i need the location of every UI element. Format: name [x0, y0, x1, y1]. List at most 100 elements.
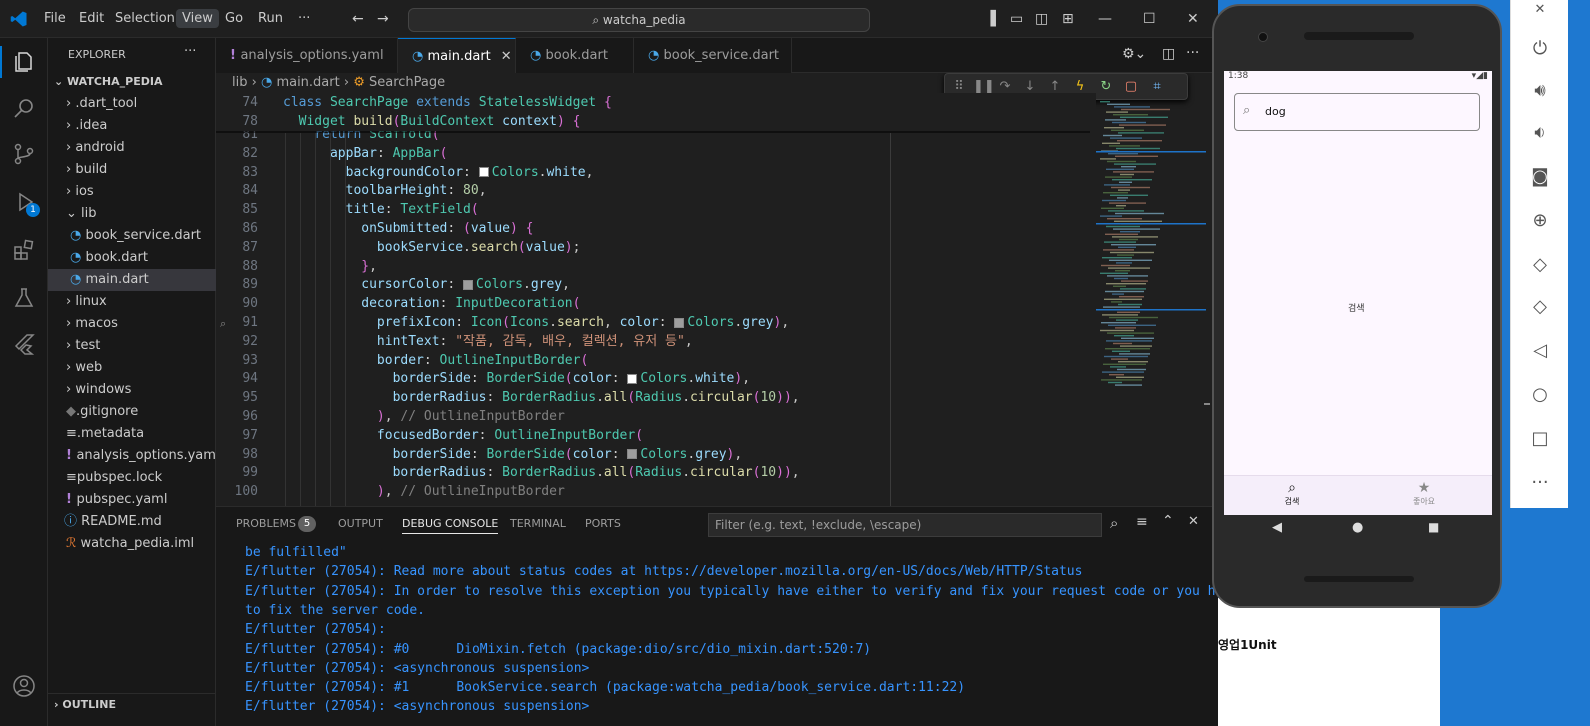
rotate-left-icon[interactable]: ◇	[1528, 254, 1552, 278]
tree-item[interactable]: ℛ watcha_pedia.iml	[48, 533, 216, 555]
run-debug-dropdown-icon[interactable]: ⚙⌄	[1122, 46, 1146, 62]
tree-item[interactable]: › build	[48, 159, 216, 181]
stop-icon[interactable]: ▢	[1123, 79, 1139, 95]
code-line[interactable]: 86 onSubmitted: (value) {	[216, 219, 1096, 238]
tree-item-selected[interactable]: ◔ main.dart	[48, 269, 216, 291]
search-icon[interactable]: ⌕	[1110, 514, 1118, 532]
code-line[interactable]: 84 toolbarHeight: 80,	[216, 181, 1096, 200]
tab-book-dart[interactable]: ◔ book.dart	[516, 38, 634, 73]
tab-book-service[interactable]: ◔ book_service.dart	[634, 38, 792, 73]
toggle-sidebar-icon[interactable]: ▐	[985, 11, 996, 27]
devtools-icon[interactable]: ⌗	[1149, 79, 1165, 95]
home-icon[interactable]: ○	[1528, 384, 1552, 408]
tree-item[interactable]: ◔ book_service.dart	[48, 225, 216, 247]
code-line[interactable]: 100 ), // OutlineInputBorder	[216, 482, 1096, 501]
tree-item[interactable]: › ios	[48, 181, 216, 203]
more-actions-icon[interactable]: ···	[184, 44, 196, 59]
source-control-icon[interactable]	[12, 142, 36, 166]
volume-up-icon[interactable]: 🔊︎	[1528, 80, 1552, 104]
tree-item[interactable]: ≡pubspec.lock	[48, 467, 216, 489]
code-line[interactable]: 96 ), // OutlineInputBorder	[216, 407, 1096, 426]
menu-edit[interactable]: Edit	[79, 11, 104, 26]
clear-console-icon[interactable]: ≡	[1136, 514, 1148, 530]
code-line[interactable]: 99 borderRadius: BorderRadius.all(Radius…	[216, 463, 1096, 482]
sticky-code-line[interactable]: 78 Widget build(BuildContext context) {	[216, 112, 1096, 131]
menu-more[interactable]: ···	[298, 11, 310, 26]
minimize-icon[interactable]: —	[1098, 11, 1112, 27]
more-icon[interactable]: ···	[1528, 472, 1552, 496]
menu-go[interactable]: Go	[225, 11, 243, 26]
power-icon[interactable]: ⏻	[1528, 38, 1552, 62]
tree-item[interactable]: › macos	[48, 313, 216, 335]
close-window-icon[interactable]: ✕	[1187, 11, 1199, 27]
tree-item[interactable]: ! analysis_options.yaml	[48, 445, 220, 467]
tree-item[interactable]: ⓘ README.md	[48, 511, 216, 533]
project-folder[interactable]: ⌄ WATCHA_PEDIA	[48, 71, 216, 93]
search-field[interactable]: ⌕ dog	[1234, 93, 1480, 131]
volume-down-icon[interactable]: 🔉︎	[1528, 122, 1552, 146]
code-line[interactable]: 85 title: TextField(	[216, 200, 1096, 219]
tree-item[interactable]: › test	[48, 335, 216, 357]
close-tab-icon[interactable]: ✕	[501, 49, 512, 64]
menu-view[interactable]: View	[176, 9, 219, 28]
tab-terminal[interactable]: TERMINAL	[510, 517, 566, 530]
tree-item[interactable]: › web	[48, 357, 216, 379]
nav-item-search[interactable]: ⌕ 검색	[1272, 480, 1312, 507]
code-line[interactable]: 88 },	[216, 257, 1096, 276]
explorer-icon[interactable]	[12, 50, 36, 74]
restart-icon[interactable]: ↻	[1098, 79, 1114, 95]
android-recents-icon[interactable]: ■	[1428, 520, 1439, 534]
android-home-icon[interactable]: ●	[1352, 520, 1363, 535]
account-icon[interactable]	[12, 674, 36, 698]
tab-output[interactable]: OUTPUT	[338, 517, 383, 530]
code-editor[interactable]: lib › ◔ main.dart › ⚙ SearchPage 81 retu…	[216, 73, 1218, 506]
close-panel-icon[interactable]: ✕	[1188, 514, 1199, 529]
android-back-icon[interactable]: ◀	[1272, 520, 1282, 535]
back-arrow-icon[interactable]: ←	[352, 11, 364, 27]
extensions-icon[interactable]	[12, 238, 36, 262]
code-line[interactable]: 82 appBar: AppBar(	[216, 144, 1096, 163]
filter-input[interactable]: Filter (e.g. text, !exclude, \escape)	[708, 513, 1102, 537]
more-actions-icon[interactable]: ···	[1186, 45, 1199, 61]
nav-item-likes[interactable]: ★ 좋아요	[1404, 480, 1444, 507]
overview-icon[interactable]: □	[1528, 428, 1552, 452]
tree-item[interactable]: › linux	[48, 291, 216, 313]
testing-icon[interactable]	[12, 286, 36, 310]
code-line[interactable]: 94 borderSide: BorderSide(color: Colors.…	[216, 369, 1096, 388]
tab-debug-console[interactable]: DEBUG CONSOLE	[402, 517, 499, 534]
customize-layout-icon[interactable]: ⊞	[1062, 11, 1074, 27]
outline-section[interactable]: › OUTLINE	[48, 693, 216, 715]
tree-item[interactable]: ◔ book.dart	[48, 247, 216, 269]
code-line[interactable]: 83 backgroundColor: Colors.white,	[216, 163, 1096, 182]
code-line[interactable]: 92 hintText: "작품, 감독, 배우, 컬렉션, 유저 등",	[216, 332, 1096, 351]
code-line[interactable]: 97 focusedBorder: OutlineInputBorder(	[216, 426, 1096, 445]
rotate-right-icon[interactable]: ◇	[1528, 296, 1552, 320]
zoom-icon[interactable]: ⊕	[1528, 210, 1552, 234]
flutter-icon[interactable]	[12, 332, 36, 356]
code-line[interactable]: 98 borderSide: BorderSide(color: Colors.…	[216, 445, 1096, 464]
breadcrumb-item[interactable]: SearchPage	[369, 75, 445, 90]
code-line[interactable]: 95 borderRadius: BorderRadius.all(Radius…	[216, 388, 1096, 407]
code-line[interactable]: 93 border: OutlineInputBorder(	[216, 351, 1096, 370]
tree-item[interactable]: ◆.gitignore	[48, 401, 216, 423]
tree-item[interactable]: ! pubspec.yaml	[48, 489, 216, 511]
tree-item[interactable]: ≡.metadata	[48, 423, 216, 445]
menu-run[interactable]: Run	[258, 11, 283, 26]
close-icon[interactable]: ✕	[1528, 2, 1552, 26]
tab-analysis-options[interactable]: ! analysis_options.yaml	[216, 38, 398, 73]
sticky-code-line[interactable]: 74 class SearchPage extends StatelessWidg…	[216, 93, 1096, 112]
camera-icon[interactable]: ◙	[1528, 166, 1552, 190]
tab-problems[interactable]: PROBLEMS	[236, 517, 296, 530]
code-line[interactable]: 87 bookService.search(value);	[216, 238, 1096, 257]
forward-arrow-icon[interactable]: →	[377, 11, 389, 27]
search-icon[interactable]	[12, 96, 36, 120]
tree-item[interactable]: ⌄ lib	[48, 203, 216, 225]
tree-item[interactable]: › windows	[48, 379, 216, 401]
code-line[interactable]: 89 cursorColor: Colors.grey,	[216, 275, 1096, 294]
tree-item[interactable]: › .idea	[48, 115, 216, 137]
split-editor-icon[interactable]: ◫	[1162, 46, 1175, 62]
run-debug-icon[interactable]: 1	[12, 190, 40, 217]
scrollbar-thumb[interactable]	[1204, 403, 1210, 405]
menu-file[interactable]: File	[44, 11, 66, 26]
menu-selection[interactable]: Selection	[115, 11, 175, 26]
